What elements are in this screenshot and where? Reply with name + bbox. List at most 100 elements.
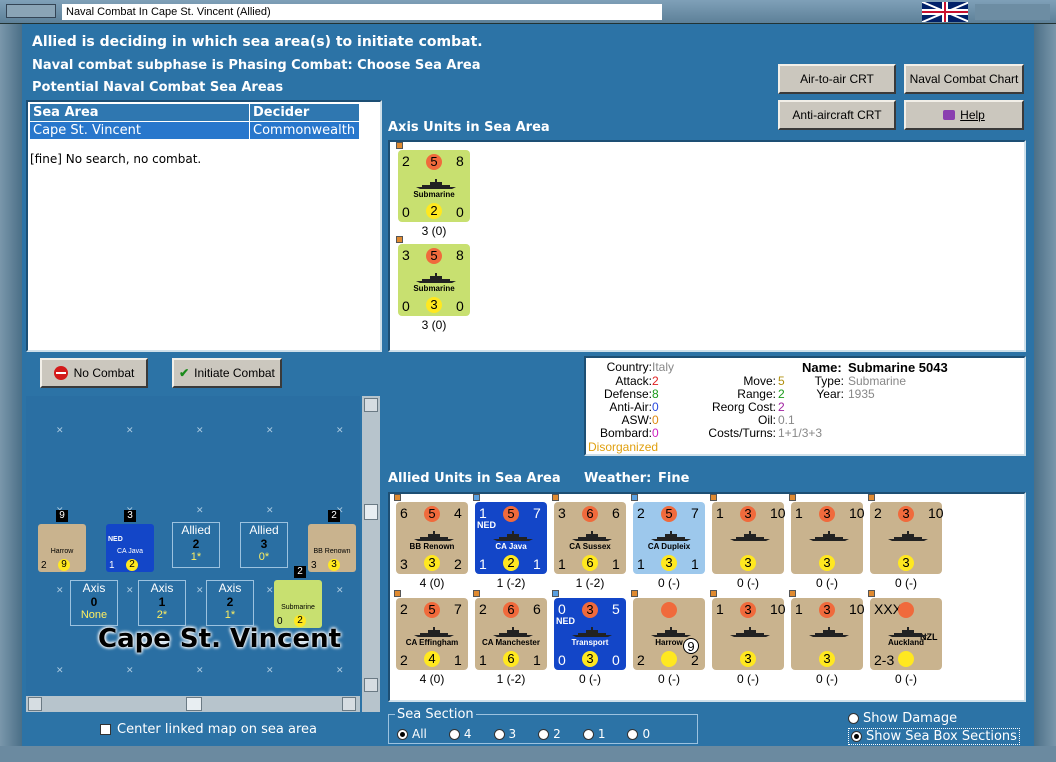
unit-counter[interactable]: XXX NZL Auckland 2-3 [870, 598, 942, 670]
unit-counter[interactable]: 2 5 7 CA Effingham 2 4 1 [396, 598, 468, 670]
unit-counter[interactable]: 3 5 8 Submarine 0 3 0 [398, 244, 470, 316]
unit-counter[interactable]: 3 6 6 CA Sussex 1 6 1 [554, 502, 626, 574]
asw-value: 1 [558, 556, 566, 572]
radio-4[interactable] [582, 729, 594, 740]
air-to-air-crt-button[interactable]: Air-to-air CRT [778, 64, 896, 94]
unit-caption: 0 (-) [895, 672, 917, 686]
sea-section-option[interactable]: 0 [627, 727, 650, 741]
help-button[interactable]: Help [904, 100, 1024, 130]
sea-section-option[interactable]: All [397, 727, 427, 741]
mini-counter[interactable]: CA Java 1 2 NED [106, 524, 154, 572]
unit-counter[interactable]: 2 5 7 CA Dupleix 1 3 1 [633, 502, 705, 574]
show-damage-radio[interactable]: Show Damage [848, 711, 957, 726]
checkbox-box[interactable] [100, 724, 111, 735]
asw-value: 2 [400, 652, 408, 668]
defense-value: 6 [612, 505, 620, 521]
unit-caption: 1 (-2) [496, 672, 526, 686]
sea-grid-mark: ✕ [336, 666, 344, 676]
sea-grid-mark: ✕ [126, 666, 134, 676]
radio-show-damage[interactable] [848, 713, 859, 724]
mini-a: 3 [311, 560, 317, 571]
unit-counter[interactable]: 1 5 7 NED CA Java 1 2 1 [475, 502, 547, 574]
unit-counter[interactable]: 1 3 10 3 [712, 598, 786, 670]
unit-counter[interactable]: 0 3 5 NED Transport 0 3 0 [554, 598, 626, 670]
asw-value: 0 [402, 204, 410, 220]
initiate-combat-button[interactable]: ✔ Initiate Combat [172, 358, 282, 388]
aa-value: 2 [874, 505, 882, 521]
ship-silhouette-icon [572, 624, 612, 637]
scroll-thumb-h[interactable] [186, 697, 202, 711]
show-sections-radio[interactable]: Show Sea Box Sections [848, 728, 1020, 745]
anti-aircraft-crt-button[interactable]: Anti-aircraft CRT [778, 100, 896, 130]
radio-2[interactable] [493, 729, 505, 740]
ship-silhouette-icon [730, 528, 770, 541]
scroll-right-icon[interactable] [342, 697, 356, 711]
sea-section-option[interactable]: 1 [582, 727, 605, 741]
move-value: 6 [582, 555, 598, 571]
sea-section-option[interactable]: 2 [538, 727, 561, 741]
unit-counter[interactable]: 1 3 10 3 [712, 502, 786, 574]
bombard-value: 0 [652, 426, 659, 440]
scroll-down-icon[interactable] [364, 678, 378, 692]
unit-marker-icon [552, 590, 559, 597]
unit-counter[interactable]: 2 5 8 Submarine 0 2 0 [398, 150, 470, 222]
sea-box[interactable]: Axis 1 2* [138, 580, 186, 626]
mini-name: BB Renown [313, 548, 351, 555]
unit-caption: 0 (-) [658, 576, 680, 590]
attack-value: 5 [661, 506, 677, 522]
costs-value: 1+1/3+3 [778, 426, 823, 440]
attack-value: 2 [652, 374, 659, 388]
mini-counter[interactable]: Submarine 0 2 [274, 580, 322, 628]
center-linked-checkbox[interactable]: Center linked map on sea area [100, 722, 317, 737]
unit-counter[interactable]: 2 6 6 CA Manchester 1 6 1 [475, 598, 547, 670]
defense-value: 7 [691, 505, 699, 521]
unit-counter[interactable]: 1 3 10 3 [791, 502, 865, 574]
sea-area-cell[interactable]: Cape St. Vincent [29, 121, 250, 140]
sea-area-list[interactable]: Sea Area Decider Cape St. Vincent Commonwe… [26, 100, 382, 352]
mini-counter[interactable]: Harrow 2 9 [38, 524, 86, 572]
unit-counter[interactable]: Harrow 2 2 9 [633, 598, 705, 670]
title-bar-controls[interactable] [975, 4, 1050, 20]
sea-section-option[interactable]: 3 [493, 727, 517, 741]
decider-cell[interactable]: Commonwealth [249, 121, 360, 140]
radio-1[interactable] [448, 729, 460, 740]
table-row[interactable]: Cape St. Vincent Commonwealth [29, 121, 360, 140]
center-linked-label: Center linked map on sea area [117, 722, 317, 737]
unit-counter[interactable]: 2 3 10 3 [870, 502, 944, 574]
unit-marker-icon [552, 494, 559, 501]
radio-show-sections[interactable] [851, 731, 862, 742]
scroll-up-icon[interactable] [364, 398, 378, 412]
sea-section-option[interactable]: 4 [448, 727, 472, 741]
left-border [0, 24, 22, 754]
sea-box[interactable]: Allied 3 0* [240, 522, 288, 568]
sea-area-map[interactable]: ✕✕✕✕✕✕✕✕✕✕✕✕✕✕✕✕✕✕✕✕ Cape St. Vincent Al… [26, 396, 360, 696]
sea-box[interactable]: Axis 2 1* [206, 580, 254, 626]
radio-0[interactable] [397, 729, 408, 740]
sea-box[interactable]: Allied 2 1* [172, 522, 220, 568]
unit-counter[interactable]: 6 5 4 BB Renown 3 3 2 [396, 502, 468, 574]
window-menu-button[interactable] [6, 4, 56, 18]
radio-3[interactable] [538, 729, 550, 740]
reorg-label: Reorg Cost: [711, 400, 776, 414]
ship-silhouette-icon [416, 176, 456, 189]
move-value: 3 [582, 651, 598, 667]
mini-counter[interactable]: BB Renown 3 3 [308, 524, 356, 572]
radio-5[interactable] [627, 729, 639, 740]
no-combat-button[interactable]: No Combat [40, 358, 148, 388]
scroll-left-icon[interactable] [28, 697, 42, 711]
naval-combat-chart-button[interactable]: Naval Combat Chart [904, 64, 1024, 94]
range-value: 0 [612, 652, 620, 668]
sea-grid-mark: ✕ [196, 506, 204, 516]
name-label: Name: [802, 360, 842, 375]
col-sea-area[interactable]: Sea Area [29, 103, 250, 122]
scroll-thumb[interactable] [364, 504, 378, 520]
unit-counter[interactable]: 1 3 10 3 [791, 598, 865, 670]
unit-marker-icon [868, 590, 875, 597]
sea-grid-mark: ✕ [266, 426, 274, 436]
map-vertical-scrollbar[interactable] [362, 396, 380, 712]
defense-label: Defense: [603, 387, 652, 401]
sea-box[interactable]: Axis 0 None [70, 580, 118, 626]
col-decider[interactable]: Decider [249, 103, 360, 122]
option-label: 3 [508, 727, 517, 741]
map-horizontal-scrollbar[interactable] [26, 696, 360, 712]
